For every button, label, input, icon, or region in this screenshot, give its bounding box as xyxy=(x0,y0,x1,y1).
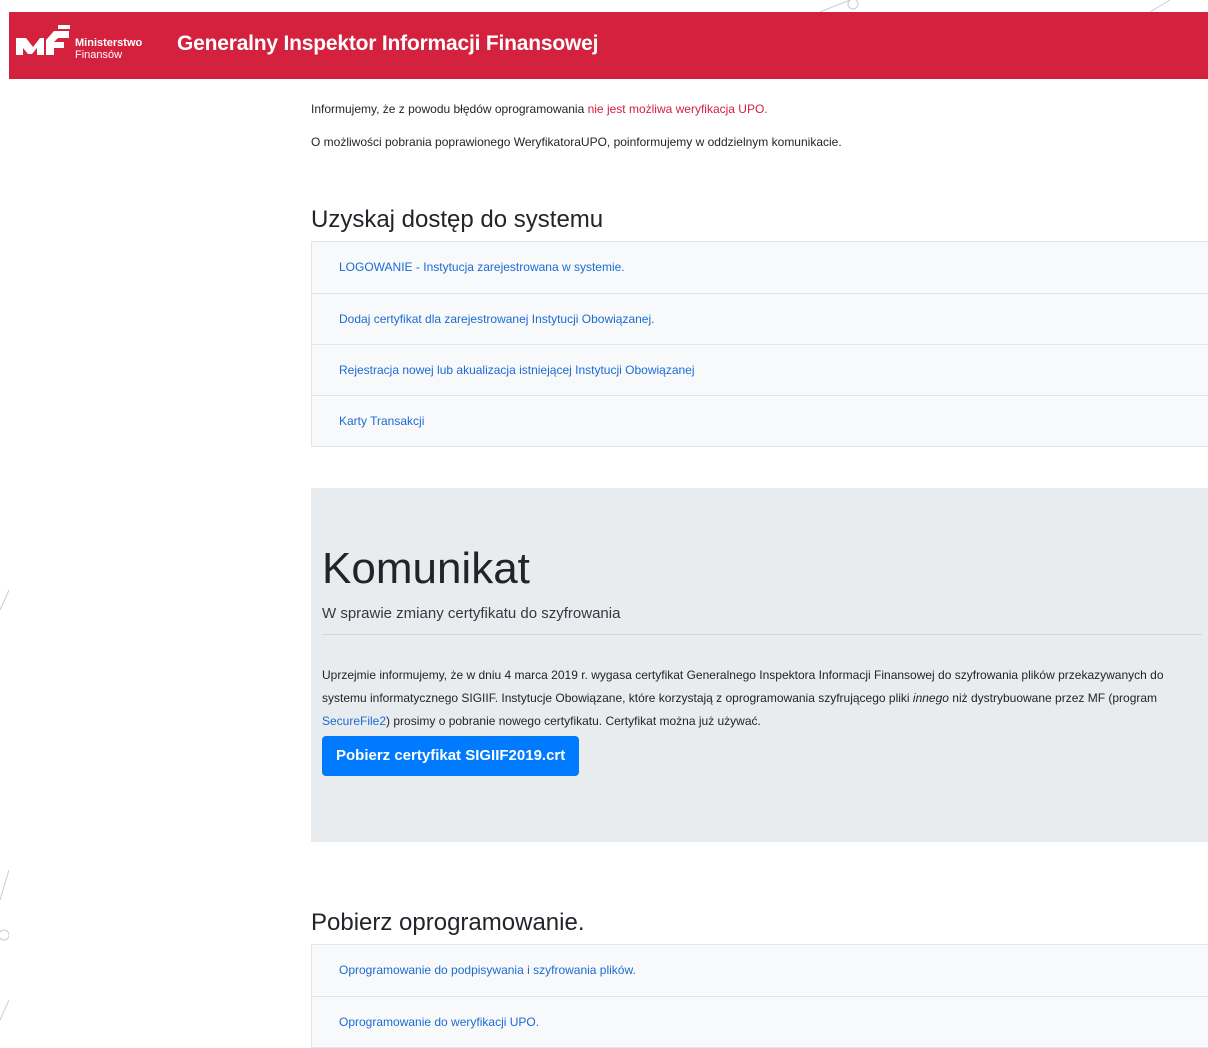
divider xyxy=(322,634,1202,635)
upo-notice-text: Informujemy, że z powodu błędów oprogram… xyxy=(311,102,588,116)
list-item: Oprogramowanie do podpisywania i szyfrow… xyxy=(312,945,1208,996)
announcement-body-part3: ) prosimy o pobranie nowego certyfikatu.… xyxy=(386,714,761,728)
announcement-body-part2: niż dystrybuowane przez MF (program xyxy=(948,691,1158,705)
signing-software-link[interactable]: Oprogramowanie do podpisywania i szyfrow… xyxy=(339,963,636,977)
ministry-name: Ministerstwo Finansów xyxy=(75,37,142,61)
download-certificate-button[interactable]: Pobierz certyfikat SIGIIF2019.crt xyxy=(322,736,580,776)
software-links-list: Oprogramowanie do podpisywania i szyfrow… xyxy=(311,944,1208,1048)
access-links-list: LOGOWANIE - Instytucja zarejestrowana w … xyxy=(311,241,1208,447)
ministry-line1: Ministerstwo xyxy=(75,37,143,49)
site-header: Ministerstwo Finansów Generalny Inspekto… xyxy=(9,12,1208,79)
login-link[interactable]: LOGOWANIE - Instytucja zarejestrowana w … xyxy=(339,260,625,274)
announcement-body: Uprzejmie informujemy, że w dniu 4 marca… xyxy=(322,664,1182,733)
list-item: LOGOWANIE - Instytucja zarejestrowana w … xyxy=(312,242,1208,293)
list-item: Oprogramowanie do weryfikacji UPO. xyxy=(312,996,1208,1047)
upo-notice: Informujemy, że z powodu błędów oprogram… xyxy=(311,102,768,116)
access-section-title: Uzyskaj dostęp do systemu xyxy=(311,206,604,233)
list-item: Karty Transakcji xyxy=(312,395,1208,446)
mf-logo-icon[interactable] xyxy=(14,25,70,65)
site-title: Generalny Inspektor Informacji Finansowe… xyxy=(177,32,599,55)
registration-link[interactable]: Rejestracja nowej lub akualizacja istnie… xyxy=(339,363,695,377)
announcement-panel: Komunikat W sprawie zmiany certyfikatu d… xyxy=(311,488,1208,842)
ministry-line2: Finansów xyxy=(75,49,123,61)
list-item: Dodaj certyfikat dla zarejestrowanej Ins… xyxy=(312,293,1208,344)
list-item: Rejestracja nowej lub akualizacja istnie… xyxy=(312,344,1208,395)
verifier-notice: O możliwości pobrania poprawionego Weryf… xyxy=(311,135,842,149)
announcement-body-italic: innego xyxy=(912,691,949,705)
announcement-lead: W sprawie zmiany certyfikatu do szyfrowa… xyxy=(322,605,621,622)
add-certificate-link[interactable]: Dodaj certyfikat dla zarejestrowanej Ins… xyxy=(339,312,654,326)
upo-notice-alert: nie jest możliwa weryfikacja UPO. xyxy=(587,102,768,116)
upo-software-link[interactable]: Oprogramowanie do weryfikacji UPO. xyxy=(339,1015,539,1029)
software-section-title: Pobierz oprogramowanie. xyxy=(311,909,585,936)
transaction-cards-link[interactable]: Karty Transakcji xyxy=(339,414,424,428)
securefile2-link[interactable]: SecureFile2 xyxy=(322,714,386,728)
page: Ministerstwo Finansów Generalny Inspekto… xyxy=(9,12,1208,1048)
announcement-title: Komunikat xyxy=(322,544,530,593)
